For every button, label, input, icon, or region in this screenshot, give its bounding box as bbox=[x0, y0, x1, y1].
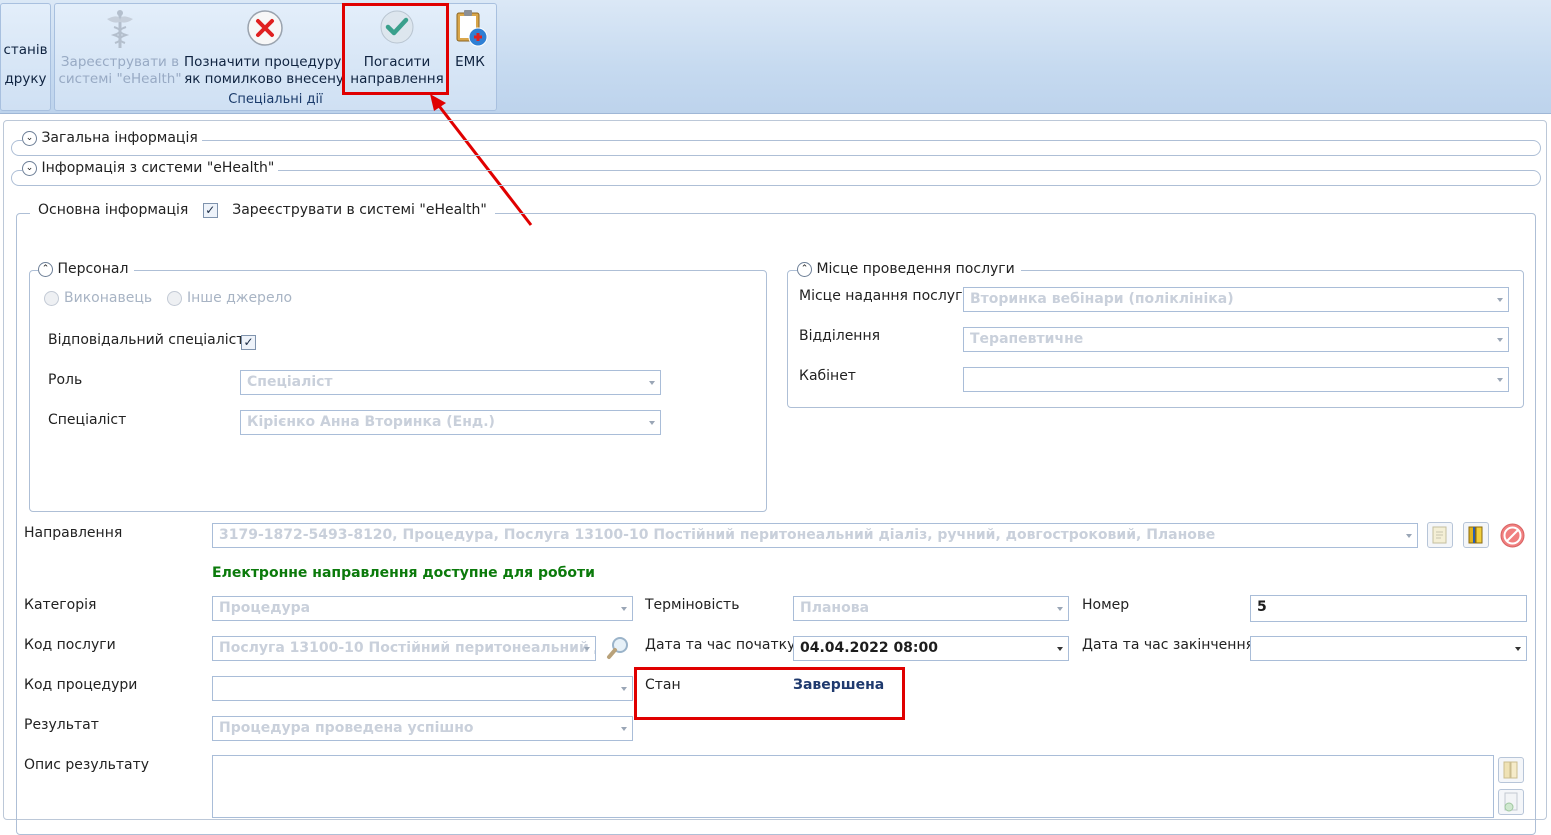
referral-status: Електронне направлення доступне для робо… bbox=[212, 565, 595, 581]
referral-label: Направлення bbox=[24, 525, 123, 541]
personnel-header[interactable]: ⌃ Персонал bbox=[38, 261, 135, 277]
role-select[interactable]: Спеціаліст bbox=[240, 370, 661, 395]
dropdown-arrow-icon bbox=[621, 607, 627, 611]
cabinet-label: Кабінет bbox=[799, 368, 856, 384]
search-icon bbox=[607, 637, 628, 659]
executor-radio-label: Виконавець bbox=[64, 290, 153, 306]
result-label: Результат bbox=[24, 717, 99, 733]
category-value: Процедура bbox=[219, 600, 311, 616]
general-info-bar bbox=[11, 140, 1541, 156]
other-source-radio[interactable] bbox=[167, 291, 182, 306]
number-input[interactable]: 5 bbox=[1250, 595, 1527, 622]
category-select[interactable]: Процедура bbox=[212, 596, 633, 621]
no-entry-icon bbox=[1500, 523, 1525, 548]
end-datetime-label: Дата та час закінчення bbox=[1082, 637, 1255, 653]
service-code-label: Код послуги bbox=[24, 637, 116, 653]
service-place-header[interactable]: ⌃ Місце проведення послуги bbox=[797, 261, 1021, 277]
result-value: Процедура проведена успішно bbox=[219, 720, 474, 736]
other-source-radio-label: Інше джерело bbox=[187, 290, 293, 306]
book-icon bbox=[1468, 526, 1483, 544]
register-ehealth-check-label: Зареєструвати в системі "eHealth" bbox=[232, 202, 487, 218]
result-description-textarea[interactable] bbox=[212, 755, 1494, 818]
department-value: Терапевтичне bbox=[970, 331, 1084, 347]
personnel-title: Персонал bbox=[57, 261, 129, 277]
start-datetime-value: 04.04.2022 08:00 bbox=[800, 640, 939, 656]
dropdown-arrow-icon bbox=[1497, 298, 1503, 302]
service-location-select[interactable]: Вторинка вебінари (поліклініка) bbox=[963, 287, 1509, 312]
dropdown-arrow-icon bbox=[1057, 607, 1063, 611]
dropdown-arrow-icon bbox=[621, 687, 627, 691]
urgency-value: Планова bbox=[800, 600, 870, 616]
service-location-label: Місце надання послуг bbox=[799, 288, 963, 304]
ehealth-info-header[interactable]: ⌄ Інформація з системи "eHealth" bbox=[22, 160, 279, 176]
role-label: Роль bbox=[48, 372, 83, 388]
expand-icon[interactable]: ⌄ bbox=[22, 160, 37, 176]
start-datetime-label: Дата та час початку bbox=[645, 637, 796, 653]
state-highlight-box bbox=[634, 667, 905, 720]
notepad-icon bbox=[1432, 526, 1447, 544]
result-description-label: Опис результату bbox=[24, 757, 150, 773]
category-label: Категорія bbox=[24, 597, 97, 613]
referral-select[interactable]: 3179-1872-5493-8120, Процедура, Послуга … bbox=[212, 523, 1418, 548]
specialist-value: Кірієнко Анна Вторинка (Енд.) bbox=[247, 414, 495, 430]
general-info-title: Загальна інформація bbox=[41, 130, 198, 146]
number-value: 5 bbox=[1257, 599, 1267, 615]
number-label: Номер bbox=[1082, 597, 1130, 613]
edit-note-button[interactable] bbox=[1427, 522, 1453, 548]
main-info-title: Основна інформація bbox=[38, 202, 189, 218]
dropdown-arrow-icon bbox=[1057, 647, 1063, 651]
dropdown-arrow-icon bbox=[1515, 647, 1521, 651]
result-book-button[interactable] bbox=[1498, 757, 1524, 783]
responsible-specialist-checkbox[interactable]: ✓ bbox=[241, 335, 256, 350]
responsible-specialist-label: Відповідальний спеціаліст bbox=[48, 332, 245, 348]
urgency-select[interactable]: Планова bbox=[793, 596, 1069, 621]
department-select[interactable]: Терапевтичне bbox=[963, 327, 1509, 352]
cabinet-select[interactable] bbox=[963, 367, 1509, 392]
collapse-icon[interactable]: ⌃ bbox=[38, 261, 53, 277]
specialist-select[interactable]: Кірієнко Анна Вторинка (Енд.) bbox=[240, 410, 661, 435]
department-label: Відділення bbox=[799, 328, 881, 344]
end-datetime-input[interactable] bbox=[1250, 636, 1527, 661]
service-code-value: Послуга 13100-10 Постійний перитонеальни… bbox=[219, 640, 595, 656]
urgency-label: Терміновість bbox=[645, 597, 740, 613]
service-place-title: Місце проведення послуги bbox=[816, 261, 1015, 277]
open-book-button[interactable] bbox=[1463, 522, 1489, 548]
book-icon bbox=[1503, 761, 1518, 779]
dropdown-arrow-icon bbox=[649, 421, 655, 425]
document-icon bbox=[1504, 792, 1518, 812]
dropdown-arrow-icon bbox=[1497, 378, 1503, 382]
specialist-label: Спеціаліст bbox=[48, 412, 127, 428]
clear-referral-button[interactable] bbox=[1499, 522, 1526, 549]
dropdown-arrow-icon bbox=[1406, 534, 1412, 538]
referral-value: 3179-1872-5493-8120, Процедура, Послуга … bbox=[219, 527, 1216, 543]
dropdown-arrow-icon bbox=[584, 647, 590, 651]
collapse-icon[interactable]: ⌃ bbox=[797, 261, 812, 277]
general-info-header[interactable]: ⌄ Загальна інформація bbox=[22, 130, 202, 146]
procedure-code-select[interactable] bbox=[212, 676, 633, 701]
dropdown-arrow-icon bbox=[1497, 338, 1503, 342]
service-code-select[interactable]: Послуга 13100-10 Постійний перитонеальни… bbox=[212, 636, 596, 661]
ehealth-info-title: Інформація з системи "eHealth" bbox=[41, 160, 275, 176]
start-datetime-input[interactable]: 04.04.2022 08:00 bbox=[793, 636, 1069, 661]
procedure-code-label: Код процедури bbox=[24, 677, 138, 693]
result-document-button[interactable] bbox=[1498, 789, 1524, 815]
expand-icon[interactable]: ⌄ bbox=[22, 130, 37, 146]
service-search-button[interactable] bbox=[604, 634, 632, 662]
role-value: Спеціаліст bbox=[247, 374, 333, 390]
register-ehealth-checkbox[interactable]: ✓ bbox=[202, 202, 218, 218]
executor-radio[interactable] bbox=[44, 291, 59, 306]
main-info-legend: Основна інформація ✓ Зареєструвати в сис… bbox=[30, 202, 495, 224]
service-location-value: Вторинка вебінари (поліклініка) bbox=[970, 291, 1234, 307]
result-select[interactable]: Процедура проведена успішно bbox=[212, 716, 633, 741]
dropdown-arrow-icon bbox=[649, 381, 655, 385]
dropdown-arrow-icon bbox=[621, 727, 627, 731]
